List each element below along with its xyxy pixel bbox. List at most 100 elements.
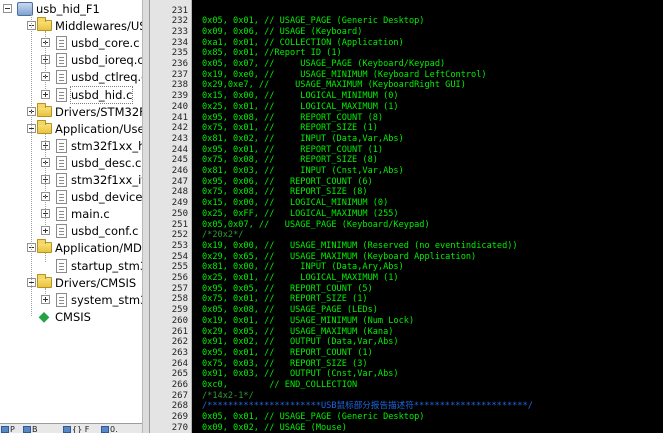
code-line[interactable]: /**********************USB鼠标部分报告描述符*****… bbox=[202, 401, 533, 412]
expand-icon[interactable] bbox=[41, 294, 50, 304]
code-line[interactable]: 0x81, 0x02, // INPUT (Data,Var,Abs) bbox=[202, 134, 404, 145]
code-line[interactable]: 0x95, 0x08, // REPORT_COUNT (8) bbox=[202, 113, 383, 124]
code-line[interactable]: 0x19, 0xe0, // USAGE_MINIMUM (Keyboard L… bbox=[202, 70, 487, 81]
file-icon bbox=[56, 224, 67, 239]
collapse-icon[interactable] bbox=[3, 4, 12, 13]
code-line[interactable]: 0x19, 0x00, // USAGE_MINIMUM (Reserved (… bbox=[202, 241, 518, 252]
line-number: 250 bbox=[171, 208, 188, 219]
code-line[interactable]: 0x05, 0x08, // USAGE_PAGE (LEDs) bbox=[202, 305, 378, 316]
code-line[interactable]: 0x05, 0x01, // USAGE_PAGE (Generic Deskt… bbox=[202, 412, 424, 423]
code-line[interactable]: 0x25, 0xFF, // LOGICAL_MAXIMUM (255) bbox=[202, 209, 399, 220]
tree-item[interactable]: startup_stm32f1 bbox=[0, 257, 142, 275]
tree-connector bbox=[31, 14, 32, 316]
tree-item[interactable]: usbd_conf.c bbox=[0, 222, 142, 240]
tree-connector bbox=[45, 288, 46, 296]
panel-tab[interactable]: P bbox=[0, 425, 15, 433]
tree-item[interactable]: Application/User bbox=[0, 119, 142, 138]
tree-item-label: usbd_ioreq.c bbox=[71, 53, 143, 68]
line-number: 241 bbox=[171, 112, 188, 123]
code-line[interactable]: 0x75, 0x03, // REPORT_SIZE (3) bbox=[202, 359, 368, 370]
line-number: 264 bbox=[171, 358, 188, 369]
tree-item[interactable]: system_stm32f1 bbox=[0, 291, 142, 309]
line-number: 255 bbox=[171, 262, 188, 273]
file-icon bbox=[56, 190, 67, 205]
code-line[interactable]: 0x09, 0x06, // USAGE (Keyboard) bbox=[202, 27, 362, 38]
tree-item-label: usbd_device.c bbox=[71, 190, 143, 205]
tree-item-label: stm32f1xx_it.c bbox=[71, 173, 142, 187]
code-line[interactable]: 0x09, 0x02, // USAGE (Mouse) bbox=[202, 423, 347, 433]
books-tab-icon bbox=[23, 426, 31, 433]
code-editor[interactable]: 0x05, 0x01, // USAGE_PAGE (Generic Deskt… bbox=[200, 0, 663, 433]
code-line[interactable]: 0x05, 0x01, // USAGE_PAGE (Generic Deskt… bbox=[202, 16, 424, 27]
code-line[interactable]: 0x95, 0x01, // REPORT_COUNT (1) bbox=[202, 348, 373, 359]
code-line[interactable]: 0x91, 0x03, // OUTPUT (Cnst,Var,Abs) bbox=[202, 369, 399, 380]
tree-item[interactable]: Middlewares/USB_l bbox=[0, 17, 142, 35]
panel-tab[interactable]: 0. bbox=[100, 425, 118, 433]
code-line[interactable]: 0x95, 0x01, // REPORT_COUNT (1) bbox=[202, 145, 383, 156]
panel-tab-label: B bbox=[32, 425, 38, 433]
project-tree-panel[interactable]: usb_hid_F1 Middlewares/USB_l usbd_core.cus… bbox=[0, 0, 143, 433]
code-line[interactable]: 0x85, 0x01, //Report ID (1) bbox=[202, 48, 342, 59]
code-line[interactable]: 0x75, 0x01, // REPORT_SIZE (1) bbox=[202, 294, 368, 305]
code-line[interactable]: 0x19, 0x01, // USAGE_MINIMUM (Num Lock) bbox=[202, 316, 414, 327]
line-number: 233 bbox=[171, 26, 188, 37]
code-line[interactable]: 0x15, 0x00, // LOGICAL_MINIMUM (0) bbox=[202, 198, 388, 209]
code-line[interactable]: 0x81, 0x03, // INPUT (Cnst,Var,Abs) bbox=[202, 166, 404, 177]
code-line[interactable]: 0x75, 0x08, // REPORT_SIZE (8) bbox=[202, 187, 368, 198]
code-line[interactable]: 0x29,0xe7, // USAGE_MAXIMUM (KeyboardRig… bbox=[202, 80, 466, 91]
code-line[interactable]: /*20x2*/ bbox=[202, 230, 243, 241]
line-number: 267 bbox=[171, 390, 188, 401]
code-line[interactable]: 0x95, 0x06, // REPORT_COUNT (6) bbox=[202, 177, 373, 188]
line-number: 232 bbox=[171, 16, 188, 27]
file-icon bbox=[56, 292, 67, 307]
tree-item[interactable]: usbd_core.c bbox=[0, 34, 142, 52]
code-line[interactable]: 0x05,0x07, // USAGE_PAGE (Keyboard/Keypa… bbox=[202, 220, 430, 231]
tree-item[interactable]: Drivers/CMSIS bbox=[0, 273, 142, 292]
file-icon bbox=[56, 155, 67, 170]
tree-item[interactable]: usbd_ioreq.c bbox=[0, 51, 143, 69]
tree-item-label: Middlewares/USB_l bbox=[55, 19, 142, 34]
line-number: 256 bbox=[171, 273, 188, 283]
panel-tab[interactable]: B bbox=[22, 425, 38, 433]
code-line[interactable]: 0x91, 0x02, // OUTPUT (Data,Var,Abs) bbox=[202, 337, 399, 348]
code-line[interactable]: 0x05, 0x07, // USAGE_PAGE (Keyboard/Keyp… bbox=[202, 59, 445, 70]
tree-item[interactable]: ◆ CMSIS bbox=[0, 308, 142, 326]
tree-item[interactable]: Drivers/STM32F1xx bbox=[0, 102, 142, 121]
code-line[interactable]: 0x81, 0x00, // INPUT (Data,Ary,Abs) bbox=[202, 262, 404, 273]
line-number: 268 bbox=[171, 401, 188, 412]
code-line[interactable]: 0x29, 0x65, // USAGE_MAXIMUM (Keyboard A… bbox=[202, 252, 476, 263]
code-line[interactable]: 0x25, 0x01, // LOGICAL_MAXIMUM (1) bbox=[202, 273, 399, 284]
code-line[interactable]: 0x29, 0x05, // USAGE_MAXIMUM (Kana) bbox=[202, 327, 393, 338]
tree-item-label: CMSIS bbox=[55, 309, 91, 324]
tree-item[interactable]: main.c bbox=[0, 205, 142, 223]
code-line[interactable]: 0x15, 0x00, // LOGICAL_MINIMUM (0) bbox=[202, 91, 399, 102]
file-icon bbox=[56, 173, 67, 187]
tree-item[interactable]: usbd_ctlreq.c bbox=[0, 68, 142, 86]
line-number: 263 bbox=[171, 347, 188, 358]
code-line[interactable]: 0x75, 0x01, // REPORT_SIZE (1) bbox=[202, 123, 378, 134]
line-number: 257 bbox=[171, 283, 188, 294]
tree-item[interactable]: usbd_hid.c bbox=[0, 85, 142, 104]
line-number: 253 bbox=[171, 240, 188, 251]
code-line[interactable]: 0xc0, // END_COLLECTION bbox=[202, 380, 357, 391]
tree-item-label: usbd_hid.c bbox=[69, 85, 134, 104]
tree-item[interactable]: stm32f1xx_it.c bbox=[0, 171, 142, 189]
tree-item[interactable]: usbd_device.c bbox=[0, 188, 143, 206]
line-number: 235 bbox=[171, 48, 188, 59]
panel-splitter[interactable] bbox=[143, 0, 150, 433]
tree-item[interactable]: stm32f1xx_hal_r bbox=[0, 137, 142, 155]
code-line[interactable]: 0x25, 0x01, // LOGICAL_MAXIMUM (1) bbox=[202, 102, 399, 113]
tree-item[interactable]: Application/MDK-A bbox=[0, 239, 142, 257]
code-line[interactable]: /*14x2-1*/ bbox=[202, 391, 254, 402]
code-line[interactable]: 0x95, 0x05, // REPORT_COUNT (5) bbox=[202, 284, 373, 295]
panel-tab[interactable]: {} F bbox=[62, 425, 89, 433]
file-icon bbox=[56, 138, 67, 153]
code-line[interactable]: 0x75, 0x08, // REPORT_SIZE (8) bbox=[202, 155, 378, 166]
tree-connector bbox=[45, 253, 46, 262]
tree-item[interactable]: usbd_desc.c bbox=[0, 154, 142, 172]
functions-tab-icon bbox=[63, 426, 71, 433]
code-line[interactable]: 0xa1, 0x01, // COLLECTION (Application) bbox=[202, 38, 404, 49]
tree-item[interactable]: usb_hid_F1 bbox=[0, 0, 142, 18]
line-number: 238 bbox=[171, 80, 188, 91]
line-number: 262 bbox=[171, 337, 188, 348]
